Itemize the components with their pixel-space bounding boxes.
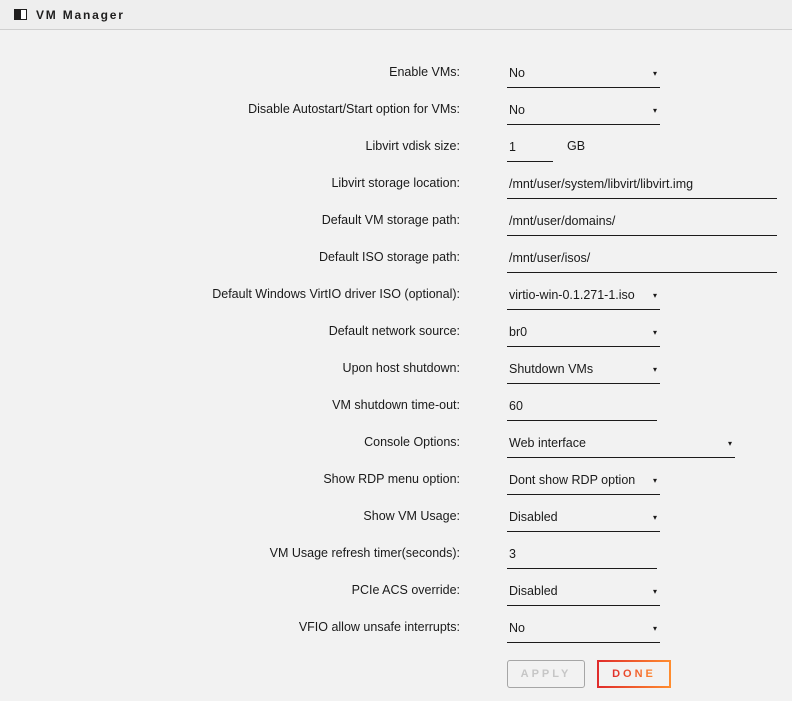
chevron-down-icon: ▾ (653, 625, 657, 633)
select-value: Shutdown VMs (509, 362, 593, 376)
field-label: VM shutdown time-out: (0, 398, 460, 421)
done-button-label: DONE (612, 668, 656, 680)
field-label: Libvirt vdisk size: (0, 139, 460, 162)
default-vm-storage-path-input[interactable] (507, 214, 777, 236)
vm-usage-refresh-timer-input[interactable] (507, 547, 657, 569)
chevron-down-icon: ▾ (653, 292, 657, 300)
show-rdp-menu-select[interactable]: Dont show RDP option ▾ (507, 473, 660, 495)
chevron-down-icon: ▾ (653, 70, 657, 78)
vfio-unsafe-interrupts-select[interactable]: No ▾ (507, 621, 660, 643)
vm-shutdown-timeout-input[interactable] (507, 399, 657, 421)
done-button[interactable]: DONE (597, 660, 671, 688)
libvirt-vdisk-size-input[interactable] (507, 140, 553, 162)
pcie-acs-override-select[interactable]: Disabled ▾ (507, 584, 660, 606)
form-row: Libvirt vdisk size: GB (0, 125, 792, 162)
field-label: Show RDP menu option: (0, 472, 460, 495)
gb-suffix-label: GB (567, 139, 585, 162)
field-label: Default ISO storage path: (0, 250, 460, 273)
field-label: VM Usage refresh timer(seconds): (0, 546, 460, 569)
field-label: Default network source: (0, 324, 460, 347)
select-value: Disabled (509, 584, 558, 598)
select-value: virtio-win-0.1.271-1.iso (509, 288, 635, 302)
buttons-row: APPLY DONE (507, 660, 792, 688)
form-row: VM shutdown time-out: (0, 384, 792, 421)
field-label: PCIe ACS override: (0, 583, 460, 606)
settings-form: Enable VMs: No ▾ Disable Autostart/Start… (0, 30, 792, 688)
chevron-down-icon: ▾ (653, 107, 657, 115)
form-row: Libvirt storage location: (0, 162, 792, 199)
console-options-select[interactable]: Web interface ▾ (507, 436, 735, 458)
field-label: Console Options: (0, 435, 460, 458)
page-title: VM Manager (36, 8, 125, 22)
form-row: Show RDP menu option: Dont show RDP opti… (0, 458, 792, 495)
default-iso-storage-path-input[interactable] (507, 251, 777, 273)
chevron-down-icon: ▾ (653, 477, 657, 485)
form-row: Console Options: Web interface ▾ (0, 421, 792, 458)
select-value: Disabled (509, 510, 558, 524)
virtio-driver-iso-select[interactable]: virtio-win-0.1.271-1.iso ▾ (507, 288, 660, 310)
form-row: Default Windows VirtIO driver ISO (optio… (0, 273, 792, 310)
chevron-down-icon: ▾ (653, 366, 657, 374)
form-row: Default network source: br0 ▾ (0, 310, 792, 347)
form-row: VFIO allow unsafe interrupts: No ▾ (0, 606, 792, 643)
form-row: Default ISO storage path: (0, 236, 792, 273)
form-row: VM Usage refresh timer(seconds): (0, 532, 792, 569)
field-label: Show VM Usage: (0, 509, 460, 532)
form-row: PCIe ACS override: Disabled ▾ (0, 569, 792, 606)
enable-vms-select[interactable]: No ▾ (507, 66, 660, 88)
chevron-down-icon: ▾ (653, 329, 657, 337)
form-row: Upon host shutdown: Shutdown VMs ▾ (0, 347, 792, 384)
titlebar: VM Manager (0, 0, 792, 30)
select-value: Dont show RDP option (509, 473, 635, 487)
field-label: Libvirt storage location: (0, 176, 460, 199)
select-value: Web interface (509, 436, 586, 450)
default-network-source-select[interactable]: br0 ▾ (507, 325, 660, 347)
field-label: Default VM storage path: (0, 213, 460, 236)
form-row: Enable VMs: No ▾ (0, 51, 792, 88)
chevron-down-icon: ▾ (728, 440, 732, 448)
columns-icon (14, 9, 27, 20)
show-vm-usage-select[interactable]: Disabled ▾ (507, 510, 660, 532)
field-label: Enable VMs: (0, 65, 460, 88)
field-label: Upon host shutdown: (0, 361, 460, 384)
form-row: Show VM Usage: Disabled ▾ (0, 495, 792, 532)
select-value: No (509, 103, 525, 117)
field-label: Disable Autostart/Start option for VMs: (0, 102, 460, 125)
select-value: No (509, 621, 525, 635)
libvirt-storage-location-input[interactable] (507, 177, 777, 199)
vm-manager-settings-page: VM Manager Enable VMs: No ▾ Disable Auto… (0, 0, 792, 688)
disable-autostart-select[interactable]: No ▾ (507, 103, 660, 125)
form-row: Disable Autostart/Start option for VMs: … (0, 88, 792, 125)
select-value: No (509, 66, 525, 80)
chevron-down-icon: ▾ (653, 588, 657, 596)
select-value: br0 (509, 325, 527, 339)
upon-host-shutdown-select[interactable]: Shutdown VMs ▾ (507, 362, 660, 384)
apply-button[interactable]: APPLY (507, 660, 585, 688)
field-label: VFIO allow unsafe interrupts: (0, 620, 460, 643)
field-label: Default Windows VirtIO driver ISO (optio… (0, 287, 460, 310)
form-row: Default VM storage path: (0, 199, 792, 236)
chevron-down-icon: ▾ (653, 514, 657, 522)
